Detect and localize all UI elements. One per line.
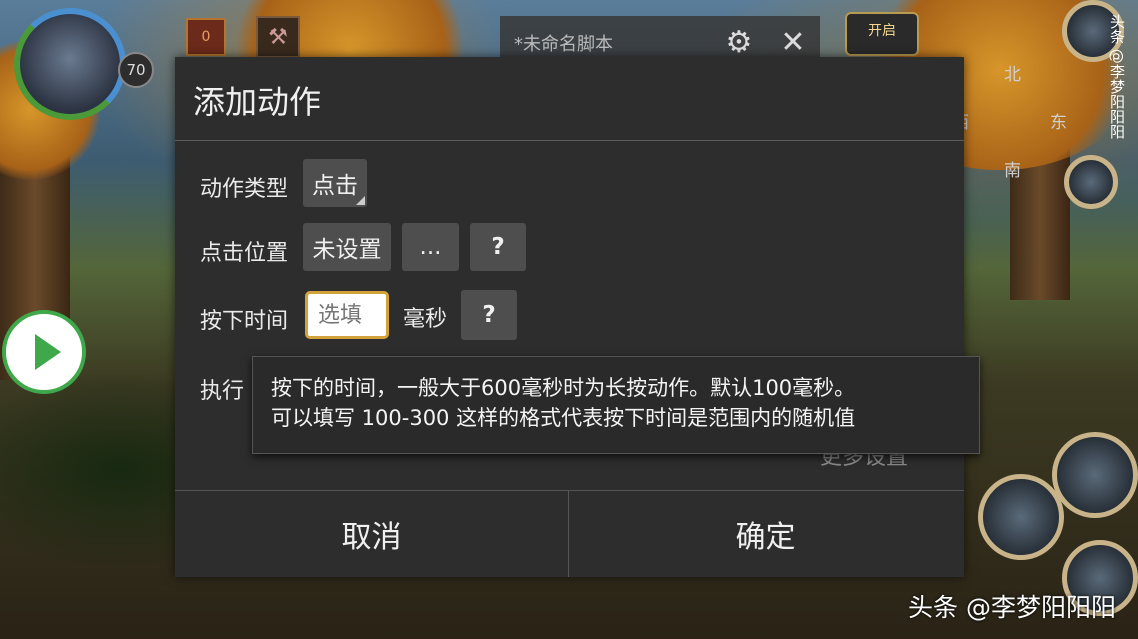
click-position-label: 点击位置 [200,241,289,266]
press-time-unit: 毫秒 [403,307,448,332]
add-action-dialog: 添加动作 动作类型 点击 点击位置 未设置 ... ? 按下时间 毫秒 ? 执行… [175,57,964,577]
press-time-tooltip: 按下的时间，一般大于600毫秒时为长按动作。默认100毫秒。 可以填写 100-… [252,356,980,454]
compass-south: 南 [1004,161,1021,181]
action-type-label: 动作类型 [200,177,289,202]
dialog-title: 添加动作 [193,83,322,121]
compass-east: 东 [1050,113,1067,133]
side-watermark: 头条 @李梦阳阳阳 [1108,14,1126,139]
weapon-skill-button[interactable] [978,474,1064,560]
close-icon[interactable]: ✕ [776,26,810,60]
play-button[interactable] [2,310,86,394]
corner-watermark: 头条 @李梦阳阳阳 [908,593,1116,622]
click-position-help-button[interactable]: ? [470,223,526,271]
player-portrait[interactable] [14,8,126,120]
level-badge: 70 [118,52,154,88]
action-type-value: 点击 [312,173,358,199]
gear-icon[interactable]: ⚙ [722,26,756,60]
click-position-more-button[interactable]: ... [402,223,459,271]
character-skill-button[interactable] [1052,432,1138,518]
click-position-button[interactable]: 未设置 [303,223,391,271]
dropdown-corner-icon [356,196,365,205]
execute-label: 执行 [200,379,245,404]
tooltip-line-1: 按下的时间，一般大于600毫秒时为长按动作。默认100毫秒。 [271,376,856,400]
action-type-select[interactable]: 点击 [303,159,367,207]
start-button[interactable]: 开启 [845,12,919,56]
confirm-button[interactable]: 确定 [569,491,962,577]
press-time-help-button[interactable]: ? [461,290,517,340]
title-divider [175,140,964,141]
compass-north: 北 [1004,65,1021,85]
press-time-label: 按下时间 [200,309,289,334]
script-name: *未命名脚本 [514,34,613,55]
cancel-button[interactable]: 取消 [175,491,568,577]
tooltip-line-2: 可以填写 100-300 这样的格式代表按下时间是范围内的随机值 [271,406,856,430]
item-slot[interactable]: ⚒ [256,16,300,58]
gem-slot[interactable]: 0 [186,18,226,56]
press-time-input[interactable] [305,291,389,339]
minimap-compass: 北 东 南 西 [952,60,1088,181]
